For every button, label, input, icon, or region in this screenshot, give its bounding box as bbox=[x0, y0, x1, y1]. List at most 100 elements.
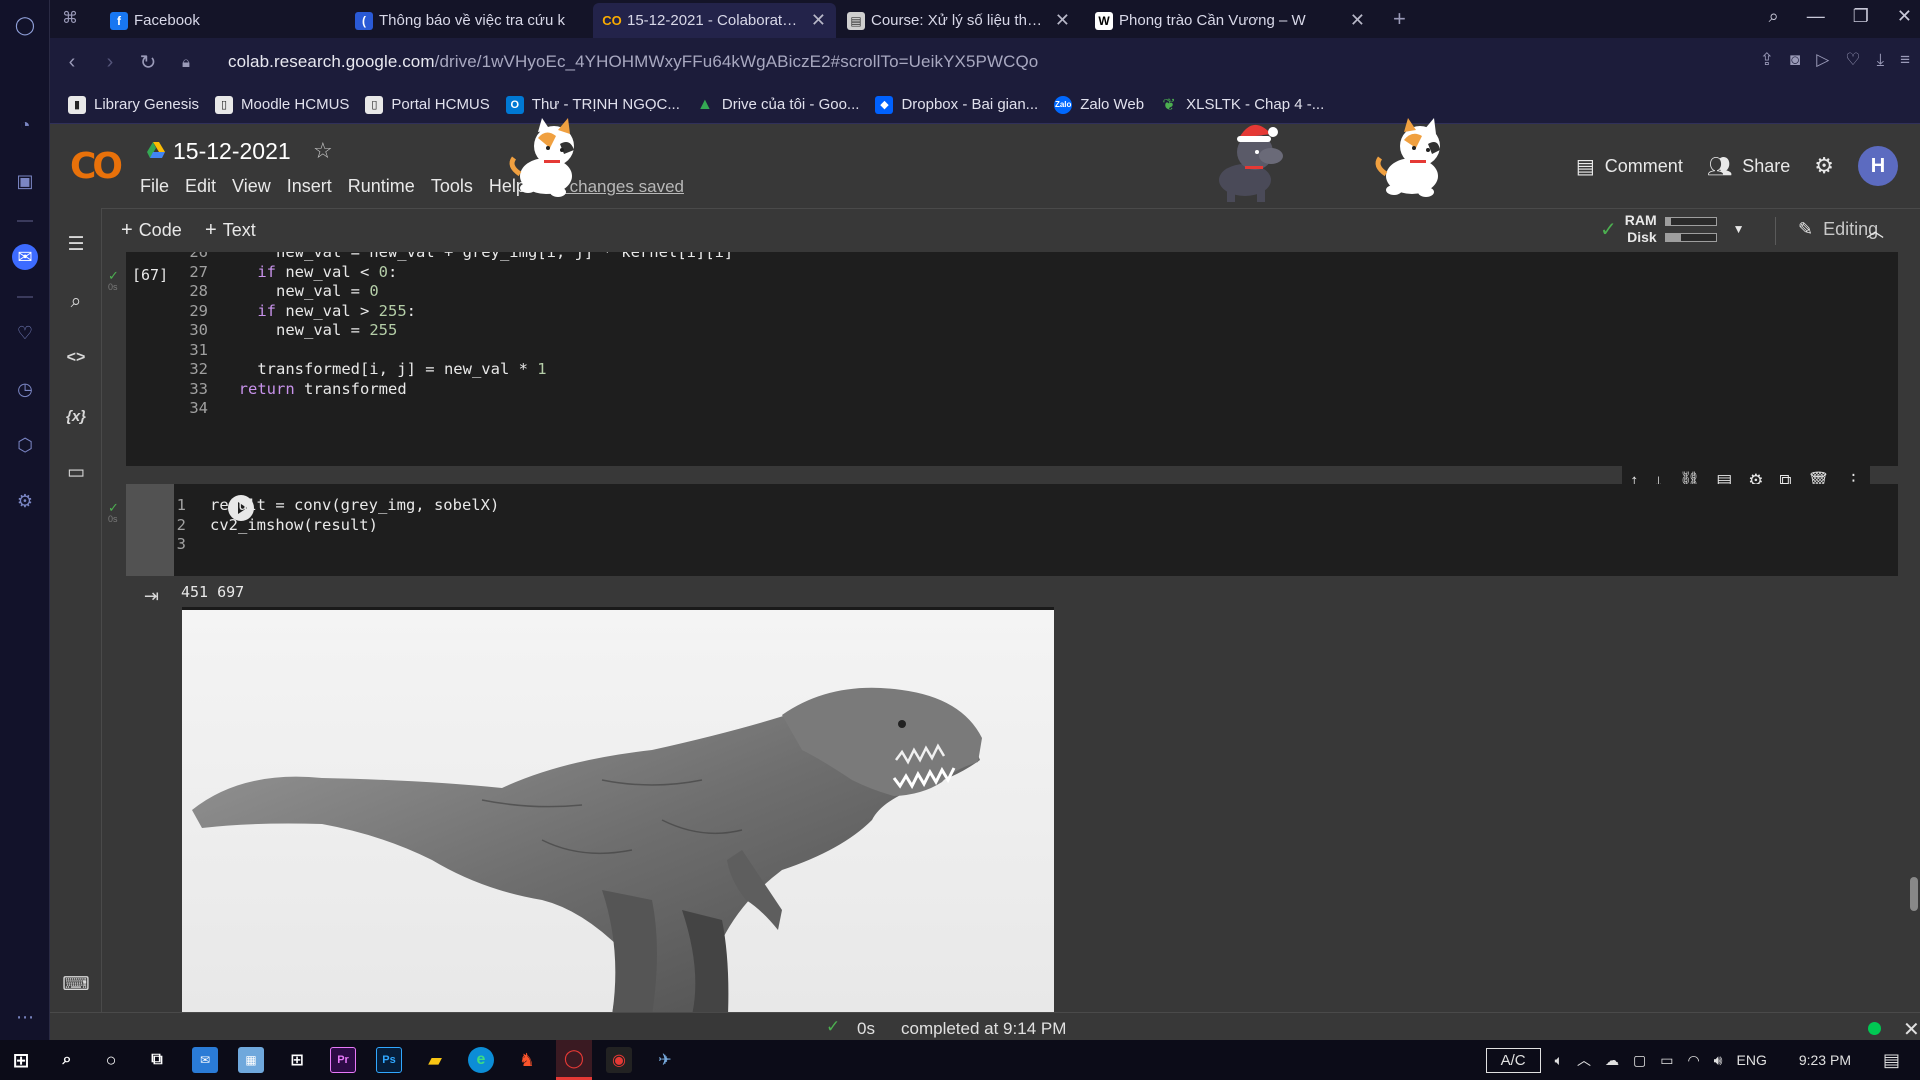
menu-runtime[interactable]: Runtime bbox=[348, 176, 415, 197]
clock[interactable]: 9:23 PM bbox=[1799, 1052, 1851, 1068]
notebook-title[interactable]: 15-12-2021 bbox=[173, 138, 291, 165]
new-tab-icon[interactable]: + bbox=[1393, 6, 1406, 32]
close-icon[interactable]: ✕ bbox=[1350, 10, 1365, 31]
output-icon[interactable]: ⇥ bbox=[144, 586, 159, 607]
share-icon[interactable]: ⇪ bbox=[1760, 50, 1774, 70]
chevron-up-icon[interactable]: ︿ bbox=[1577, 1050, 1591, 1070]
tab-facebook[interactable]: f Facebook ✕ bbox=[100, 3, 385, 38]
edge-icon[interactable]: e bbox=[468, 1047, 494, 1073]
bag-icon[interactable]: ▣ bbox=[12, 168, 38, 194]
chevron-up-icon[interactable]: ︿ bbox=[1866, 217, 1884, 243]
app-icon[interactable]: ✈ bbox=[652, 1047, 678, 1073]
bookmark-zalo[interactable]: Zalo Zalo Web bbox=[1054, 95, 1144, 114]
colab-logo[interactable]: CO bbox=[70, 146, 123, 187]
close-icon[interactable]: ✕ bbox=[1903, 1017, 1920, 1042]
device-icon[interactable]: ▢ bbox=[1633, 1052, 1646, 1069]
premiere-icon[interactable]: Pr bbox=[330, 1047, 356, 1073]
settings-gear-icon[interactable]: ⚙ bbox=[12, 488, 38, 514]
heart-icon[interactable]: ♡ bbox=[1845, 50, 1860, 70]
wifi-icon[interactable]: ◠ bbox=[1687, 1052, 1699, 1069]
mail-icon[interactable]: ✉ bbox=[192, 1047, 218, 1073]
battery-icon[interactable]: ▭ bbox=[1660, 1052, 1673, 1069]
bookmark-portal[interactable]: ▯ Portal HCMUS bbox=[365, 95, 490, 114]
history-icon[interactable]: ◷ bbox=[12, 376, 38, 402]
ac-indicator[interactable]: A/C bbox=[1485, 1047, 1541, 1073]
lock-icon[interactable]: 🔒︎ bbox=[170, 54, 202, 71]
search-icon[interactable]: ⌕ bbox=[54, 1047, 80, 1073]
search-icon[interactable]: ⌕ bbox=[64, 290, 88, 314]
download-icon[interactable]: ⤓ bbox=[1877, 50, 1885, 70]
comment-button[interactable]: ▤ Comment bbox=[1576, 154, 1683, 179]
terminal-icon[interactable]: ⌨ bbox=[62, 972, 89, 996]
add-text-button[interactable]: + Text bbox=[205, 219, 256, 242]
menu-tools[interactable]: Tools bbox=[431, 176, 473, 197]
cell1-code-line[interactable]: new_val = 255 bbox=[220, 318, 397, 342]
language-indicator[interactable]: ENG bbox=[1737, 1052, 1767, 1068]
scrollbar-thumb[interactable] bbox=[1910, 877, 1918, 911]
variables-icon[interactable]: {x} bbox=[64, 404, 88, 428]
file-explorer-icon[interactable]: ▰ bbox=[422, 1047, 448, 1073]
menu-insert[interactable]: Insert bbox=[287, 176, 332, 197]
cube-icon[interactable]: ⬡ bbox=[12, 432, 38, 458]
bookmark-library-genesis[interactable]: ▮ Library Genesis bbox=[68, 95, 199, 114]
volume-icon[interactable]: 🔈︎ bbox=[1555, 1052, 1563, 1069]
menu-file[interactable]: File bbox=[140, 176, 169, 197]
heart-icon[interactable]: ♡ bbox=[12, 320, 38, 346]
cell1-code-line[interactable]: return transformed bbox=[220, 377, 407, 401]
bookmark-xlsltk[interactable]: ❦ XLSLTK - Chap 4 -... bbox=[1160, 96, 1324, 114]
speed-dial-icon[interactable]: ◔ bbox=[12, 112, 38, 138]
close-icon[interactable]: ✕ bbox=[1055, 10, 1070, 31]
game-icon[interactable]: ◉ bbox=[606, 1047, 632, 1073]
cortana-icon[interactable]: ○ bbox=[98, 1047, 124, 1073]
bookmark-moodle[interactable]: ▯ Moodle HCMUS bbox=[215, 95, 349, 114]
notifications-icon[interactable]: ▤ bbox=[1883, 1050, 1900, 1071]
share-button[interactable]: 👥︎ Share bbox=[1707, 154, 1790, 179]
cell2-code-line[interactable]: cv2_imshow(result) bbox=[210, 513, 378, 537]
url-field[interactable]: colab.research.google.com/drive/1wVHyoEc… bbox=[228, 52, 1038, 72]
bookmark-dropbox[interactable]: ◆ Dropbox - Bai gian... bbox=[875, 95, 1038, 114]
close-window-icon[interactable]: ✕ bbox=[1897, 6, 1912, 27]
gamepad-icon[interactable]: ⌘ bbox=[62, 8, 78, 28]
opera-logo-icon[interactable]: ◯ bbox=[12, 12, 38, 38]
settings-gear-icon[interactable]: ⚙ bbox=[1814, 153, 1834, 179]
menu-bar: File Edit View Insert Runtime Tools Help bbox=[140, 176, 542, 197]
camera-icon[interactable]: ◙ bbox=[1790, 50, 1800, 70]
bookmark-drive[interactable]: ▲ Drive của tôi - Goo... bbox=[696, 96, 859, 114]
restore-icon[interactable]: ❐ bbox=[1853, 6, 1869, 27]
chevron-down-icon[interactable]: ▼ bbox=[1733, 222, 1745, 236]
cloud-icon[interactable]: ☁ bbox=[1605, 1052, 1619, 1069]
tab-course[interactable]: ▤ Course: Xử lý số liệu thống ✕ bbox=[837, 3, 1080, 38]
more-icon[interactable]: ⋯ bbox=[12, 1004, 38, 1030]
windows-start-icon[interactable]: ⊞ bbox=[8, 1047, 34, 1073]
menu-icon[interactable]: ≡ bbox=[1900, 50, 1910, 70]
back-icon[interactable]: ‹ bbox=[56, 51, 88, 74]
table-of-contents-icon[interactable]: ☰ bbox=[64, 232, 88, 256]
menu-edit[interactable]: Edit bbox=[185, 176, 216, 197]
search-tabs-icon[interactable]: ⌕ bbox=[1769, 6, 1779, 27]
add-text-label: Text bbox=[222, 220, 256, 240]
star-icon[interactable]: ☆ bbox=[313, 138, 333, 164]
avatar[interactable]: H bbox=[1858, 146, 1898, 186]
photos-icon[interactable]: ▦ bbox=[238, 1047, 264, 1073]
brave-icon[interactable]: ♞ bbox=[514, 1047, 540, 1073]
forward-icon[interactable]: › bbox=[94, 51, 126, 74]
tab-colab[interactable]: CO 15-12-2021 - Colaboratory ✕ bbox=[593, 3, 836, 38]
send-icon[interactable]: ▷ bbox=[1816, 50, 1829, 70]
tab-wikipedia[interactable]: W Phong trào Cần Vương – W ✕ bbox=[1085, 3, 1375, 38]
store-icon[interactable]: ⊞ bbox=[284, 1047, 310, 1073]
menu-view[interactable]: View bbox=[232, 176, 271, 197]
reload-icon[interactable]: ↻ bbox=[132, 50, 164, 75]
speaker-icon[interactable]: 🔊︎ bbox=[1714, 1052, 1723, 1069]
code-snippets-icon[interactable]: <> bbox=[64, 346, 88, 370]
messenger-icon[interactable]: ✉ bbox=[12, 244, 38, 270]
photoshop-icon[interactable]: Ps bbox=[376, 1047, 402, 1073]
folder-icon[interactable]: ▭ bbox=[64, 460, 88, 484]
address-bar: ‹ › ↻ 🔒︎ colab.research.google.com/drive… bbox=[50, 38, 1920, 86]
add-code-button[interactable]: + Code bbox=[121, 219, 182, 242]
resource-meter[interactable]: ✓ RAM Disk ▼ bbox=[1600, 212, 1745, 246]
bookmark-outlook[interactable]: O Thư - TRỊNH NGỌC... bbox=[505, 95, 680, 114]
close-icon[interactable]: ✕ bbox=[811, 10, 826, 31]
task-view-icon[interactable]: ⧉ bbox=[144, 1047, 170, 1073]
minimize-icon[interactable]: — bbox=[1807, 6, 1825, 27]
opera-taskbar-icon[interactable]: ◯ bbox=[556, 1040, 592, 1080]
